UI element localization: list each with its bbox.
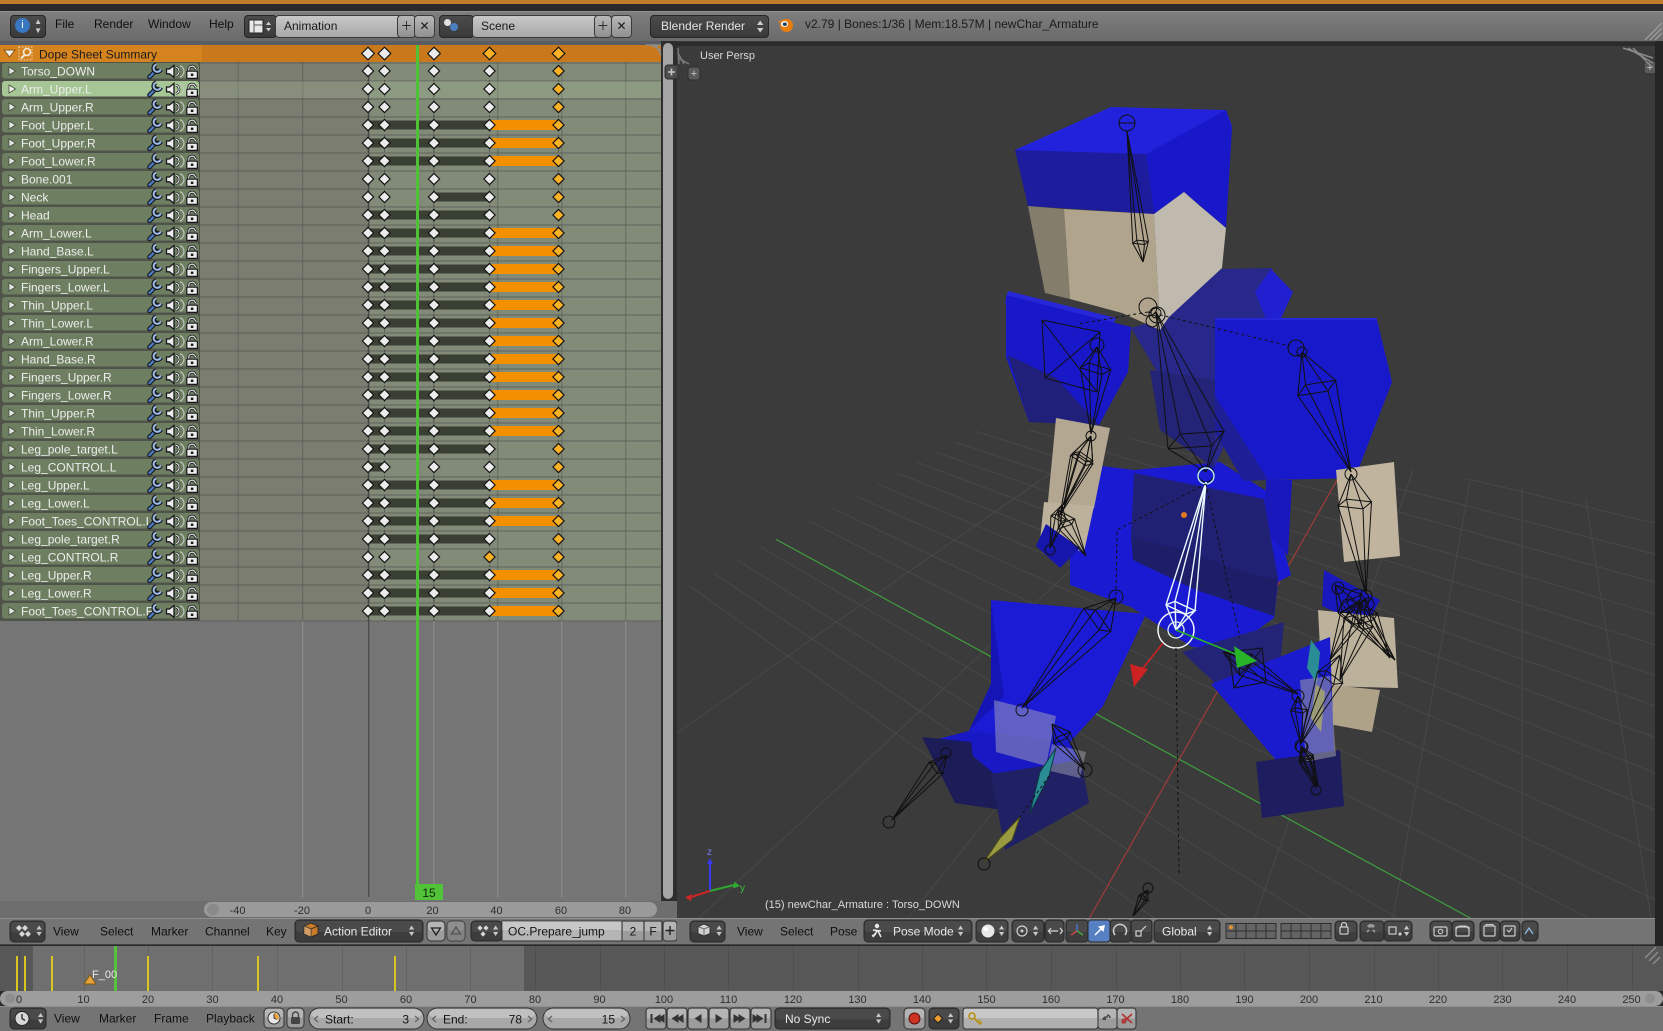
svg-text:Foot_Toes_CONTROL.R: Foot_Toes_CONTROL.R — [21, 605, 155, 619]
svg-text:190: 190 — [1235, 994, 1253, 1006]
svg-text:-40: -40 — [230, 905, 246, 917]
svg-text:Pose Mode: Pose Mode — [893, 925, 954, 939]
svg-text:Torso_DOWN: Torso_DOWN — [21, 65, 95, 79]
svg-text:Arm_Lower.L: Arm_Lower.L — [21, 227, 92, 241]
svg-text:View: View — [53, 925, 79, 939]
svg-text:2: 2 — [630, 925, 637, 939]
svg-text:Foot_Upper.L: Foot_Upper.L — [21, 119, 94, 133]
svg-text:Select: Select — [100, 925, 134, 939]
svg-text:-20: -20 — [294, 905, 310, 917]
svg-text:Key: Key — [266, 925, 287, 939]
svg-text:120: 120 — [784, 994, 802, 1006]
svg-text:Thin_Upper.R: Thin_Upper.R — [21, 407, 95, 421]
svg-text:90: 90 — [593, 994, 605, 1006]
svg-text:Thin_Lower.L: Thin_Lower.L — [21, 317, 93, 331]
svg-text:200: 200 — [1300, 994, 1318, 1006]
svg-text:0: 0 — [16, 994, 22, 1006]
svg-text:View: View — [737, 925, 763, 939]
svg-text:Select: Select — [780, 925, 814, 939]
svg-text:15: 15 — [422, 886, 436, 900]
svg-text:Hand_Base.R: Hand_Base.R — [21, 353, 96, 367]
svg-text:Leg_pole_target.L: Leg_pole_target.L — [21, 443, 118, 457]
svg-text:230: 230 — [1493, 994, 1511, 1006]
svg-text:OC.Prepare_jump: OC.Prepare_jump — [508, 925, 605, 939]
svg-text:Fingers_Lower.L: Fingers_Lower.L — [21, 281, 110, 295]
svg-text:180: 180 — [1171, 994, 1189, 1006]
svg-text:Leg_Upper.R: Leg_Upper.R — [21, 569, 92, 583]
svg-text:Frame: Frame — [154, 1012, 189, 1026]
svg-text:150: 150 — [977, 994, 995, 1006]
svg-text:Foot_Lower.R: Foot_Lower.R — [21, 155, 96, 169]
svg-text:Arm_Lower.R: Arm_Lower.R — [21, 335, 94, 349]
svg-text:Fingers_Lower.R: Fingers_Lower.R — [21, 389, 112, 403]
svg-text:3: 3 — [402, 1013, 409, 1027]
svg-text:110: 110 — [720, 994, 738, 1006]
svg-text:30: 30 — [206, 994, 218, 1006]
svg-text:Fingers_Upper.L: Fingers_Upper.L — [21, 263, 110, 277]
svg-text:No Sync: No Sync — [785, 1012, 830, 1026]
svg-text:80: 80 — [619, 905, 631, 917]
svg-text:F_00: F_00 — [92, 969, 117, 981]
svg-text:View: View — [54, 1012, 80, 1026]
svg-text:Channel: Channel — [205, 925, 250, 939]
svg-text:Arm_Upper.R: Arm_Upper.R — [21, 101, 94, 115]
svg-text:Dope Sheet Summary: Dope Sheet Summary — [39, 48, 157, 62]
svg-text:20: 20 — [142, 994, 154, 1006]
svg-text:Leg_pole_target.R: Leg_pole_target.R — [21, 533, 120, 547]
svg-text:+: + — [691, 68, 697, 80]
svg-text:Pose: Pose — [830, 925, 858, 939]
svg-text:End:: End: — [443, 1013, 468, 1027]
svg-text:Start:: Start: — [325, 1013, 354, 1027]
svg-text:z: z — [707, 847, 712, 858]
svg-text:160: 160 — [1042, 994, 1060, 1006]
svg-text:220: 220 — [1429, 994, 1447, 1006]
svg-text:20: 20 — [426, 905, 438, 917]
svg-text:60: 60 — [555, 905, 567, 917]
svg-text:Thin_Upper.L: Thin_Upper.L — [21, 299, 93, 313]
svg-text:Foot_Toes_CONTROL.L: Foot_Toes_CONTROL.L — [21, 515, 153, 529]
svg-text:Marker: Marker — [99, 1012, 136, 1026]
svg-text:60: 60 — [400, 994, 412, 1006]
svg-text:Leg_CONTROL.L: Leg_CONTROL.L — [21, 461, 117, 475]
svg-text:(15) newChar_Armature : Torso_: (15) newChar_Armature : Torso_DOWN — [765, 899, 960, 911]
svg-text:170: 170 — [1106, 994, 1124, 1006]
svg-text:Leg_Lower.L: Leg_Lower.L — [21, 497, 90, 511]
svg-text:Foot_Upper.R: Foot_Upper.R — [21, 137, 96, 151]
svg-text:50: 50 — [335, 994, 347, 1006]
svg-text:Global: Global — [1162, 925, 1197, 939]
svg-text:240: 240 — [1558, 994, 1576, 1006]
svg-text:Action Editor: Action Editor — [324, 925, 392, 939]
svg-text:100: 100 — [655, 994, 673, 1006]
svg-text:10: 10 — [77, 994, 89, 1006]
svg-text:130: 130 — [848, 994, 866, 1006]
svg-text:Leg_CONTROL.R: Leg_CONTROL.R — [21, 551, 119, 565]
svg-text:User Persp: User Persp — [700, 50, 755, 62]
svg-text:Playback: Playback — [206, 1012, 256, 1026]
svg-text:140: 140 — [913, 994, 931, 1006]
svg-text:40: 40 — [271, 994, 283, 1006]
svg-text:Neck: Neck — [21, 191, 49, 205]
svg-text:Leg_Upper.L: Leg_Upper.L — [21, 479, 90, 493]
svg-text:Marker: Marker — [151, 925, 188, 939]
svg-text:Leg_Lower.R: Leg_Lower.R — [21, 587, 92, 601]
svg-text:Bone.001: Bone.001 — [21, 173, 73, 187]
svg-text:70: 70 — [464, 994, 476, 1006]
svg-text:210: 210 — [1364, 994, 1382, 1006]
svg-text:F: F — [649, 925, 656, 939]
svg-text:Thin_Lower.R: Thin_Lower.R — [21, 425, 95, 439]
svg-text:Hand_Base.L: Hand_Base.L — [21, 245, 94, 259]
svg-text:78: 78 — [509, 1013, 523, 1027]
svg-text:0: 0 — [365, 905, 371, 917]
svg-text:15: 15 — [602, 1013, 616, 1027]
svg-text:y: y — [740, 883, 745, 894]
svg-text:Arm_Upper.L: Arm_Upper.L — [21, 83, 92, 97]
svg-text:Head: Head — [21, 209, 50, 223]
svg-text:80: 80 — [529, 994, 541, 1006]
svg-text:250: 250 — [1622, 994, 1640, 1006]
svg-text:40: 40 — [490, 905, 502, 917]
svg-text:Fingers_Upper.R: Fingers_Upper.R — [21, 371, 112, 385]
